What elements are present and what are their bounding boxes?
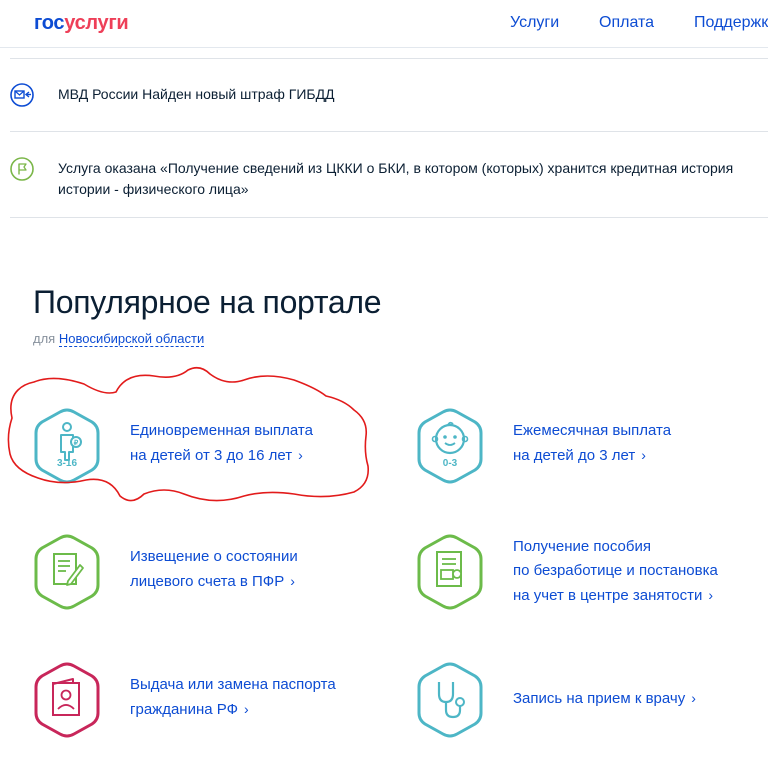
nav-item-payment[interactable]: Оплата (599, 14, 654, 32)
service-label-line-1: Запись на прием к врачу › (513, 686, 696, 711)
service-label-line-1: Единовременная выплата (130, 422, 313, 439)
section-title: Популярное на портале (33, 284, 382, 320)
notification-text: МВД России Найден новый штраф ГИБДД (58, 86, 335, 102)
notification-service-done[interactable]: Услуга оказана «Получение сведений из ЦК… (10, 132, 768, 218)
passport-icon (34, 662, 100, 738)
region-selector: для Новосибирской области (33, 331, 205, 347)
chevron-right-icon: › (708, 587, 713, 603)
service-label-line-2: на детей от 3 до 16 лет › (130, 443, 303, 468)
chevron-right-icon: › (290, 573, 295, 589)
icon-badge: 3-16 (56, 458, 77, 469)
service-one-time-payment[interactable]: ₽ 3-16 Единовременная выплата на детей о… (34, 408, 394, 488)
icon-badge: 0-3 (442, 458, 458, 469)
svg-text:₽: ₽ (74, 439, 79, 447)
chevron-right-icon: › (298, 447, 303, 463)
service-label-line-2: по безработице и постановка (513, 562, 718, 579)
service-label-text: лицевого счета в ПФР (130, 573, 285, 590)
service-label-line-1: Ежемесячная выплата (513, 422, 672, 439)
chevron-right-icon: › (641, 447, 646, 463)
service-label-line-1: Получение пособия (513, 538, 651, 555)
service-pfr-account[interactable]: Извещение о состоянии лицевого счета в П… (34, 534, 394, 614)
document-edit-icon (34, 534, 100, 610)
service-label-line-2: лицевого счета в ПФР › (130, 569, 295, 594)
chevron-right-icon: › (691, 690, 696, 706)
nav-item-support[interactable]: Поддержк (694, 14, 768, 32)
flag-icon (10, 157, 34, 181)
service-label-line-3: на учет в центре занятости › (513, 583, 713, 608)
service-label-line-2: на детей до 3 лет › (513, 443, 646, 468)
service-unemployment-benefit[interactable]: Получение пособия по безработице и поста… (417, 534, 768, 614)
service-label-text: на учет в центре занятости (513, 587, 703, 604)
baby-0-3-icon (417, 408, 483, 484)
service-doctor-appointment[interactable]: Запись на прием к врачу › (417, 662, 768, 742)
child-3-16-icon: ₽ (34, 408, 100, 484)
service-label-line-1: Извещение о состоянии (130, 548, 298, 565)
main-nav: Услуги Оплата Поддержк (0, 14, 768, 34)
service-label-text: гражданина РФ (130, 701, 238, 718)
region-prefix: для (33, 331, 56, 346)
top-header: госуслуги Услуги Оплата Поддержк (0, 0, 768, 48)
service-monthly-payment[interactable]: 0-3 Ежемесячная выплата на детей до 3 ле… (417, 408, 768, 488)
employment-document-icon (417, 534, 483, 610)
service-label-line-2: гражданина РФ › (130, 697, 249, 722)
mail-arrow-icon (10, 83, 34, 107)
region-link[interactable]: Новосибирской области (58, 331, 205, 347)
stethoscope-icon (417, 662, 483, 738)
service-passport[interactable]: Выдача или замена паспорта гражданина РФ… (34, 662, 394, 742)
notification-fine[interactable]: МВД России Найден новый штраф ГИБДД (10, 58, 768, 132)
service-label-text: на детей до 3 лет (513, 447, 636, 464)
notification-text-line-1: Услуга оказана «Получение сведений из ЦК… (58, 160, 734, 176)
notification-text-line-2: истории - физического лица» (58, 181, 249, 197)
service-label-text: Запись на прием к врачу (513, 690, 686, 707)
service-label-text: на детей от 3 до 16 лет (130, 447, 293, 464)
service-label-line-1: Выдача или замена паспорта (130, 676, 336, 693)
nav-item-services[interactable]: Услуги (510, 14, 559, 32)
chevron-right-icon: › (243, 701, 249, 717)
